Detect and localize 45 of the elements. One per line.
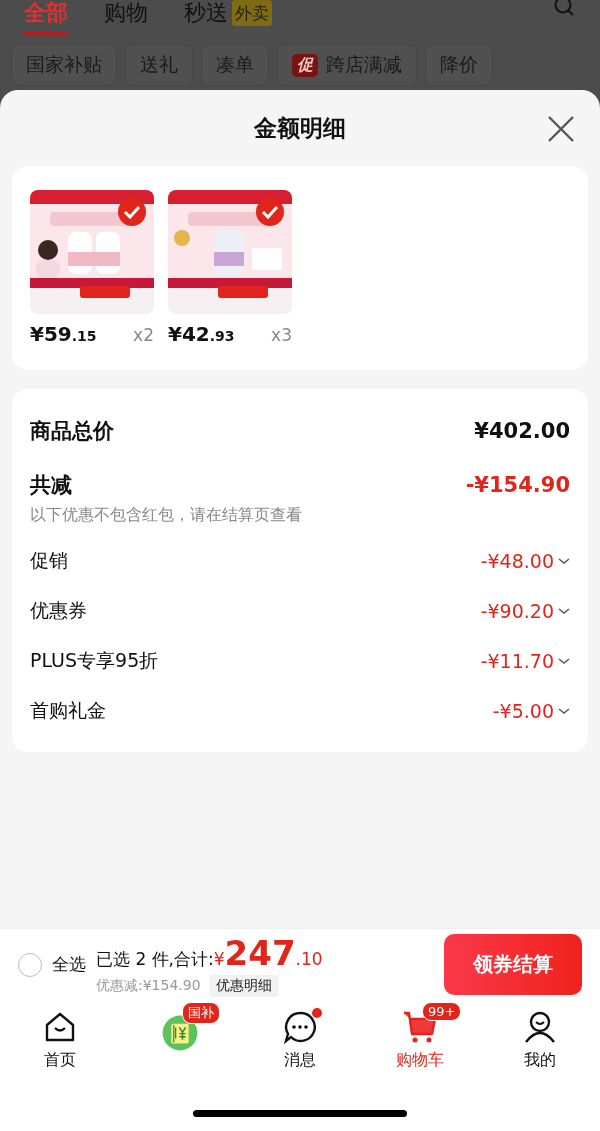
count-badge: 国补	[182, 1002, 220, 1024]
row-label: 共减	[30, 472, 72, 499]
chevron-down-icon[interactable]	[558, 657, 570, 665]
discount-text: 优惠减:¥154.90	[96, 976, 201, 995]
currency-sign: ¥	[213, 948, 225, 969]
row-amount: ¥402.00	[474, 419, 570, 443]
tab-label[interactable]: 我的	[524, 1050, 556, 1071]
total-cents: .10	[295, 948, 323, 969]
discount-detail-button[interactable]: 优惠明细	[208, 974, 279, 997]
row-label: 首购礼金	[30, 698, 106, 723]
tab-label[interactable]: 消息	[284, 1050, 316, 1071]
promo-tag: 促	[292, 53, 318, 77]
item-quantity: x2	[133, 325, 154, 345]
category-tab[interactable]: 秒送 外卖	[184, 0, 272, 35]
item-price: ¥59.15	[30, 322, 97, 346]
row-amount: -¥11.70	[480, 650, 554, 672]
select-all-radio[interactable]	[18, 952, 42, 977]
chevron-down-icon[interactable]	[558, 557, 570, 565]
row-label: 商品总价	[30, 418, 114, 445]
row-label: 促销	[30, 548, 68, 573]
total-amount: 247	[224, 932, 296, 973]
checkout-button[interactable]: 领券结算	[444, 934, 582, 995]
item-quantity: x3	[271, 325, 292, 345]
close-button[interactable]	[546, 114, 576, 144]
tab-label[interactable]: 购物车	[396, 1050, 444, 1071]
count-badge: 99+	[422, 1002, 462, 1021]
tab-label[interactable]: 首页	[44, 1050, 76, 1071]
category-tab[interactable]: 购物	[104, 0, 148, 35]
item-price: ¥42.93	[168, 322, 235, 346]
sheet-title: 金额明细	[254, 113, 346, 143]
chevron-down-icon[interactable]	[558, 707, 570, 715]
row-label: 优惠券	[30, 598, 87, 623]
user-icon	[523, 1010, 557, 1044]
select-all-label[interactable]: 全选	[52, 953, 86, 976]
selected-summary: 已选 2 件,合计:	[96, 947, 214, 971]
row-amount: -¥5.00	[492, 700, 554, 722]
chevron-down-icon[interactable]	[558, 607, 570, 615]
home-icon	[43, 1010, 77, 1044]
row-label: PLUS专享95折	[30, 648, 159, 673]
row-amount: -¥154.90	[465, 473, 570, 497]
row-amount: -¥90.20	[480, 600, 554, 622]
takeaway-badge: 外卖	[232, 0, 272, 26]
row-amount: -¥48.00	[480, 550, 554, 572]
note-text: 以下优惠不包含红包，请在结算页查看	[30, 505, 303, 526]
chat-icon	[283, 1010, 317, 1044]
